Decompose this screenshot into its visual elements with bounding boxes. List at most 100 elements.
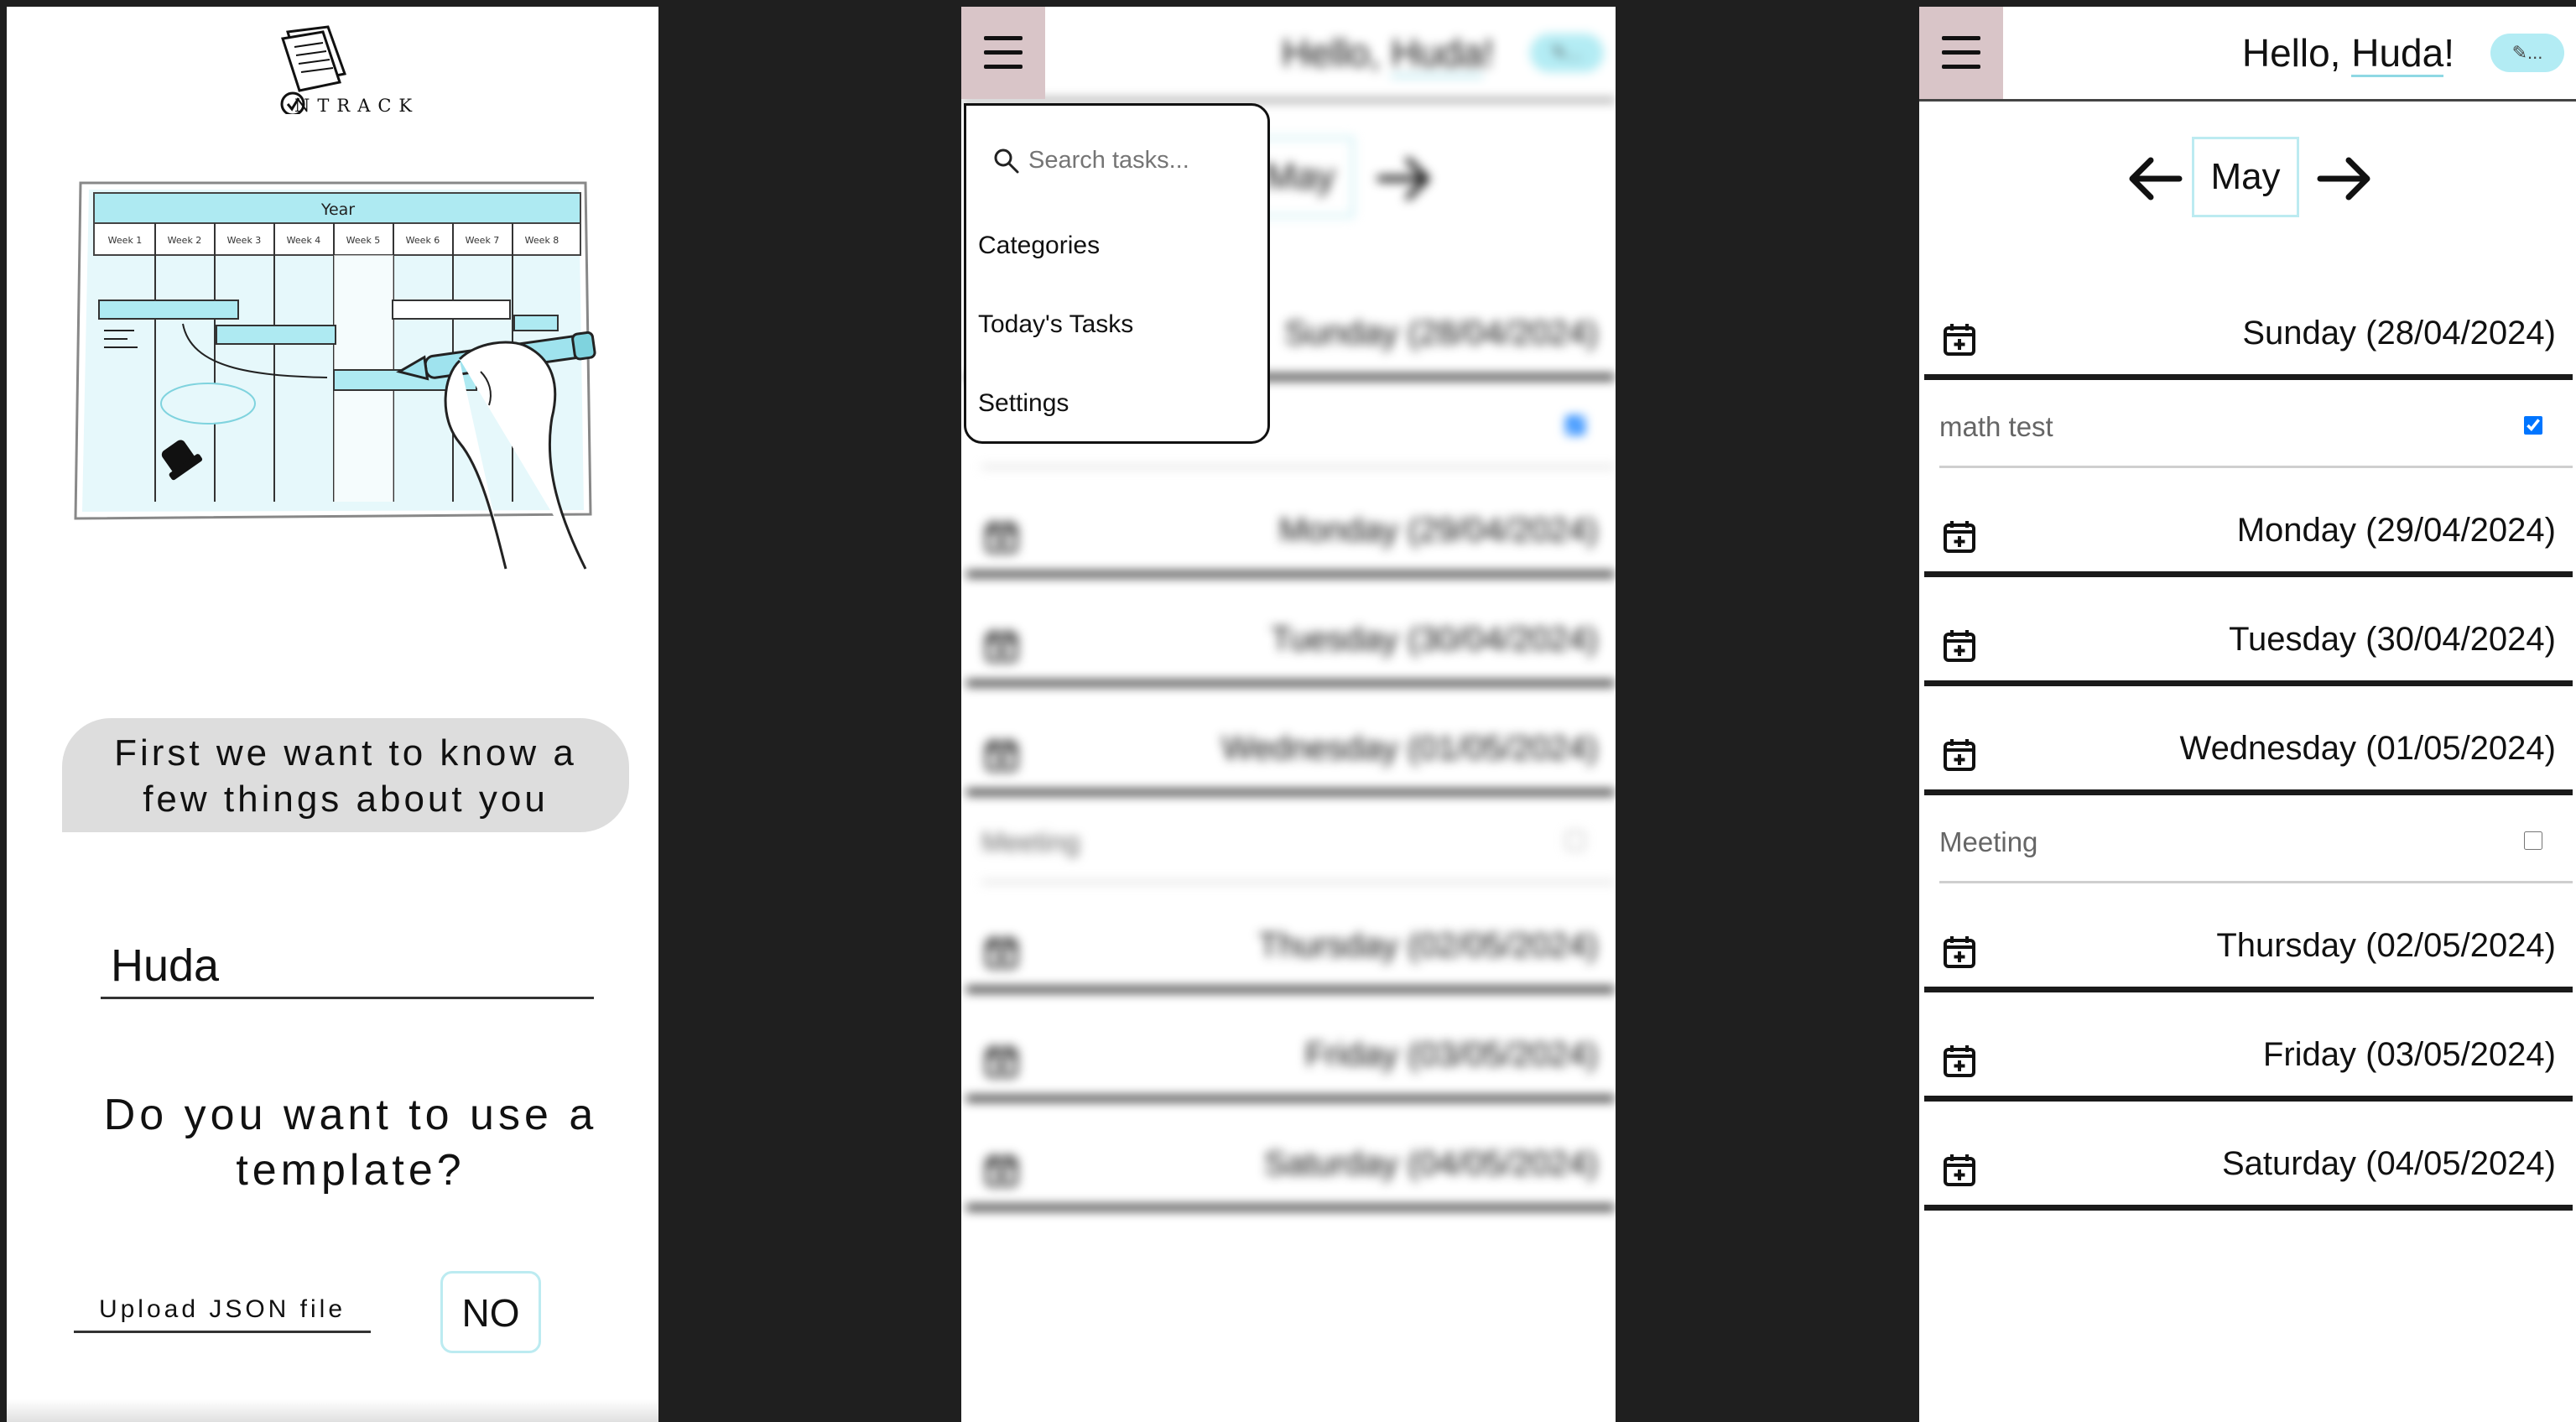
weekly-view-menu-open: Hello, Huda! ✎... May Sunday (28/04/2024… [961, 7, 1616, 1422]
task-title: math test [1939, 411, 2053, 442]
avatar[interactable]: ✎... [1530, 34, 1604, 72]
arrow-right-icon[interactable] [1371, 145, 1439, 212]
greeting-suffix: ! [1483, 31, 1494, 75]
day-label: Wednesday (01/05/2024) [1221, 730, 1598, 767]
greeting-prefix: Hello, [2241, 31, 2352, 75]
app-header: Hello, Huda! ✎... [1919, 7, 2576, 102]
month-label[interactable]: May [2192, 137, 2299, 217]
day-label: Monday (29/04/2024) [2236, 512, 2556, 549]
day-label: Tuesday (30/04/2024) [1271, 621, 1598, 658]
upload-json-button[interactable]: Upload JSON file [74, 1295, 371, 1333]
weekly-view: Hello, Huda! ✎... May Sunday (28/04/2024… [1919, 7, 2576, 1422]
app-logo: NTRACK [263, 22, 439, 122]
illustration-week-label: Week 3 [227, 235, 262, 246]
no-template-button[interactable]: NO [440, 1271, 541, 1353]
task-title: Meeting [1939, 826, 2038, 857]
arrow-right-icon[interactable] [2312, 145, 2379, 212]
illustration-heading: Year [320, 201, 355, 219]
calendar-add-icon[interactable] [983, 518, 1020, 555]
day-header: Tuesday (30/04/2024) [966, 602, 1615, 686]
side-menu-dropdown: Categories Today's Tasks Settings [964, 103, 1270, 444]
day-label: Saturday (04/05/2024) [1263, 1145, 1598, 1182]
template-question: Do you want to use a template? [40, 1087, 658, 1198]
task-done-checkbox[interactable] [1566, 831, 1585, 850]
task-done-checkbox[interactable] [2524, 831, 2542, 850]
day-label: Wednesday (01/05/2024) [2179, 730, 2556, 767]
day-label: Saturday (04/05/2024) [2221, 1145, 2556, 1182]
day-label: Tuesday (30/04/2024) [2229, 621, 2556, 658]
day-header: Tuesday (30/04/2024) [1924, 602, 2573, 686]
intro-text-line1: First we want to know a [114, 732, 577, 774]
day-header: Sunday (28/04/2024) [1924, 296, 2573, 380]
greeting: Hello, Huda! [2241, 30, 2454, 77]
calendar-add-icon[interactable] [1941, 628, 1978, 664]
hamburger-menu-button[interactable] [1919, 7, 2003, 99]
task-done-checkbox[interactable] [2524, 416, 2542, 435]
illustration-week-label: Week 5 [346, 235, 381, 246]
greeting-suffix: ! [2443, 31, 2454, 75]
calendar-add-icon[interactable] [1941, 934, 1978, 971]
bottom-shadow [7, 1399, 658, 1422]
task-title: Meeting [981, 826, 1080, 857]
day-header: Monday (29/04/2024) [966, 493, 1615, 577]
search-icon [994, 148, 1019, 174]
day-label: Friday (03/05/2024) [1304, 1036, 1598, 1073]
calendar-add-icon[interactable] [1941, 1043, 1978, 1080]
illustration-week-label: Week 7 [466, 235, 500, 246]
day-header: Wednesday (01/05/2024) [966, 711, 1615, 795]
illustration-week-label: Week 6 [406, 235, 440, 246]
intro-speech-bubble: First we want to know a few things about… [62, 718, 629, 832]
day-header: Monday (29/04/2024) [1924, 493, 2573, 577]
illustration-week-label: Week 4 [287, 235, 321, 246]
day-header: Wednesday (01/05/2024) [1924, 711, 2573, 795]
greeting-name: Huda [2351, 31, 2444, 77]
task-row[interactable]: Meeting [981, 800, 1615, 883]
day-label: Friday (03/05/2024) [2262, 1036, 2556, 1073]
planner-illustration: Year Week 1 Week 2 Week 3 Week 4 Week 5 Week … [74, 181, 596, 570]
illustration-week-label: Week 1 [108, 235, 143, 246]
task-row[interactable]: math test [1939, 384, 2573, 468]
task-search [991, 139, 1260, 181]
greeting-name: Huda [1391, 31, 1484, 77]
search-input[interactable] [1028, 139, 1255, 181]
calendar-add-icon[interactable] [983, 934, 1020, 971]
day-label: Sunday (28/04/2024) [1284, 315, 1598, 352]
illustration-week-label: Week 2 [168, 235, 202, 246]
day-header: Saturday (04/05/2024) [1924, 1127, 2573, 1211]
day-header: Thursday (02/05/2024) [1924, 909, 2573, 992]
day-header: Saturday (04/05/2024) [966, 1127, 1615, 1211]
arrow-left-icon[interactable] [2121, 145, 2188, 212]
menu-item-todays-tasks[interactable]: Today's Tasks [978, 310, 1133, 339]
calendar-add-icon[interactable] [1941, 518, 1978, 555]
calendar-add-icon[interactable] [1941, 1152, 1978, 1189]
day-label: Thursday (02/05/2024) [2216, 927, 2556, 964]
intro-text-line2: few things about you [143, 779, 549, 820]
month-navigation: May [1919, 137, 2576, 229]
day-header: Thursday (02/05/2024) [966, 909, 1615, 992]
day-label: Thursday (02/05/2024) [1258, 927, 1598, 964]
template-question-line1: Do you want to use a [103, 1091, 598, 1139]
day-header: Friday (03/05/2024) [1924, 1018, 2573, 1102]
greeting-prefix: Hello, [1281, 31, 1392, 75]
calendar-add-icon[interactable] [983, 737, 1020, 774]
hamburger-menu-button[interactable] [961, 7, 1045, 99]
calendar-add-icon[interactable] [983, 1043, 1020, 1080]
logo-wordmark: NTRACK [294, 96, 420, 116]
calendar-add-icon[interactable] [1941, 321, 1978, 358]
illustration-week-label: Week 8 [525, 235, 559, 246]
day-label: Sunday (28/04/2024) [2242, 315, 2556, 352]
template-question-line2: template? [236, 1146, 466, 1195]
calendar-add-icon[interactable] [983, 628, 1020, 664]
task-row[interactable]: Meeting [1939, 800, 2573, 883]
greeting: Hello, Huda! [1281, 30, 1494, 77]
menu-item-categories[interactable]: Categories [978, 232, 1100, 260]
menu-item-settings[interactable]: Settings [978, 389, 1069, 418]
calendar-add-icon[interactable] [1941, 737, 1978, 774]
avatar[interactable]: ✎... [2490, 34, 2564, 72]
onboarding-screen: NTRACK Year Week 1 Week 2 Week 3 Week 4 Week… [7, 7, 658, 1422]
calendar-add-icon[interactable] [983, 1152, 1020, 1189]
name-input[interactable] [101, 934, 594, 999]
app-header: Hello, Huda! ✎... [961, 7, 1616, 102]
task-done-checkbox[interactable] [1566, 416, 1585, 435]
day-header: Friday (03/05/2024) [966, 1018, 1615, 1102]
